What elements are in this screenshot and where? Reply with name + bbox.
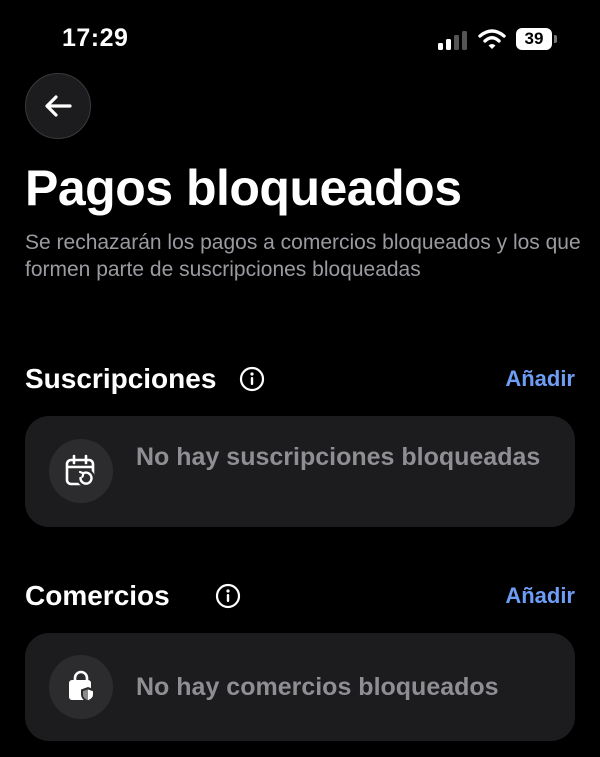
- subscriptions-header: Suscripciones Añadir: [25, 361, 575, 397]
- arrow-left-icon: [45, 95, 72, 117]
- battery-tip: [554, 35, 557, 43]
- add-merchant-button[interactable]: Añadir: [505, 580, 575, 612]
- status-time: 17:29: [62, 24, 129, 52]
- subscriptions-title: Suscripciones: [25, 363, 217, 394]
- shopping-bag-shield-icon: [49, 655, 113, 719]
- signal-icon: [438, 30, 470, 50]
- battery-icon: 39: [516, 28, 552, 50]
- info-icon[interactable]: [215, 583, 241, 609]
- calendar-refresh-icon: [49, 439, 113, 503]
- merchants-empty-card: No hay comercios bloqueados: [25, 633, 575, 741]
- page-subtitle: Se rechazarán los pagos a comercios bloq…: [25, 231, 581, 281]
- page-title: Pagos bloqueados: [25, 160, 462, 216]
- add-subscription-button[interactable]: Añadir: [505, 363, 575, 395]
- merchants-title: Comercios: [25, 580, 170, 611]
- info-icon[interactable]: [239, 366, 265, 392]
- merchants-header: Comercios Añadir: [25, 578, 575, 614]
- subscriptions-empty-card: No hay suscripciones bloqueadas: [25, 416, 575, 527]
- status-bar: 17:29 39: [0, 0, 600, 80]
- wifi-icon: [478, 29, 506, 49]
- subscriptions-empty-text: No hay suscripciones bloqueadas: [136, 443, 541, 471]
- back-button[interactable]: [25, 73, 91, 139]
- merchants-empty-text: No hay comercios bloqueados: [136, 673, 499, 701]
